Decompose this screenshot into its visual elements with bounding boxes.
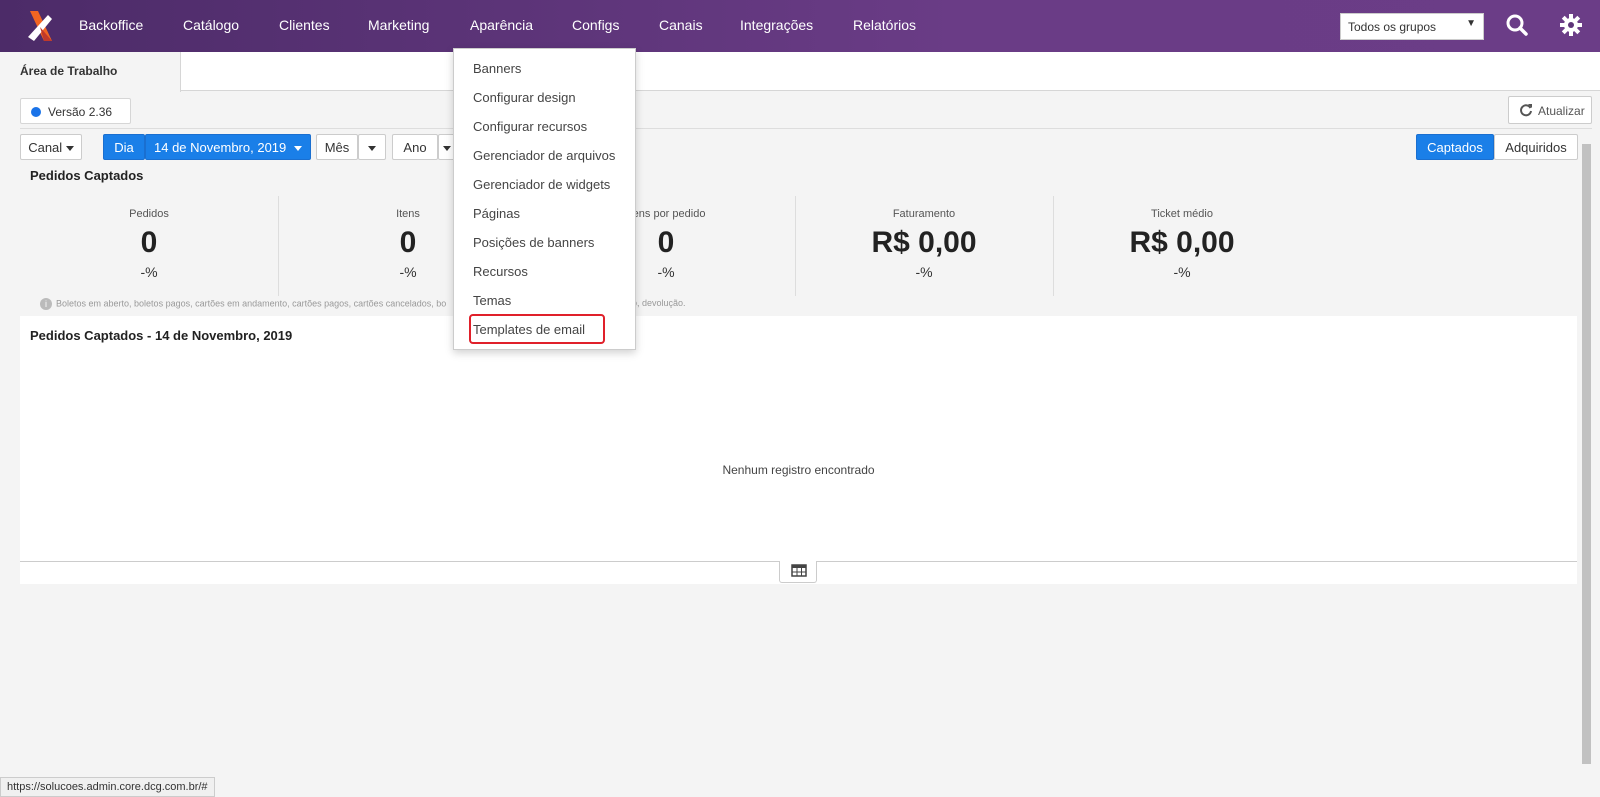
- version-label: Versão 2.36: [48, 105, 113, 119]
- kpi-label: Faturamento: [892, 208, 956, 220]
- refresh-button[interactable]: Atualizar: [1508, 96, 1592, 124]
- menu-item-paginas[interactable]: Páginas: [473, 206, 520, 221]
- kpi-label: Pedidos: [129, 208, 169, 220]
- kpi-change: -%: [915, 264, 933, 280]
- ano-button[interactable]: Ano: [392, 134, 438, 160]
- logo-icon[interactable]: [26, 9, 56, 43]
- menu-item-posicoes-banners[interactable]: Posições de banners: [473, 235, 594, 250]
- caret-down-icon: [368, 146, 376, 152]
- captados-toggle[interactable]: Captados: [1416, 134, 1494, 160]
- refresh-icon: [1520, 104, 1532, 117]
- nav-canais[interactable]: Canais: [659, 17, 703, 33]
- menu-item-gerenciador-widgets[interactable]: Gerenciador de widgets: [473, 177, 610, 192]
- kpi-label: Ticket médio: [1151, 208, 1213, 220]
- info-icon: i: [40, 298, 52, 310]
- orders-panel: Pedidos Captados - 14 de Novembro, 2019 …: [20, 316, 1577, 584]
- kpi-value: R$ 0,00: [1129, 226, 1235, 259]
- caret-down-icon: [443, 146, 451, 152]
- nav-catalogo[interactable]: Catálogo: [183, 17, 239, 33]
- dia-button[interactable]: Dia: [103, 134, 145, 160]
- menu-item-configurar-design[interactable]: Configurar design: [473, 90, 576, 105]
- status-dot-icon: [31, 107, 41, 117]
- kpi-faturamento: Faturamento R$ 0,00 -%: [795, 196, 1053, 296]
- canal-label: Canal: [28, 140, 63, 155]
- nav-integracoes[interactable]: Integrações: [740, 17, 813, 33]
- date-picker[interactable]: 14 de Novembro, 2019: [145, 134, 311, 160]
- kpi-ticket-medio: Ticket médio R$ 0,00 -%: [1053, 196, 1311, 296]
- caret-down-icon: [65, 146, 74, 152]
- table-view-button[interactable]: [779, 561, 817, 583]
- search-icon[interactable]: [1505, 13, 1529, 37]
- browser-status-url: https://solucoes.admin.core.dcg.com.br/#: [0, 777, 215, 797]
- page-scrollbar[interactable]: [1580, 130, 1594, 785]
- divider: [20, 128, 1592, 129]
- nav-aparencia[interactable]: Aparência: [470, 17, 533, 33]
- kpi-value: R$ 0,00: [871, 226, 977, 259]
- select-caret-icon: ▼: [1466, 18, 1476, 29]
- mes-button[interactable]: Mês: [316, 134, 358, 160]
- nav-marketing[interactable]: Marketing: [368, 17, 429, 33]
- group-select-value: Todos os grupos: [1348, 20, 1437, 34]
- menu-item-recursos[interactable]: Recursos: [473, 264, 528, 279]
- adquiridos-toggle[interactable]: Adquiridos: [1494, 134, 1578, 160]
- top-navbar: Backoffice Catálogo Clientes Marketing A…: [0, 0, 1600, 52]
- nav-backoffice[interactable]: Backoffice: [79, 17, 143, 33]
- info-note: i Boletos em aberto, boletos pagos, cartõ…: [40, 298, 446, 310]
- menu-item-gerenciador-arquivos[interactable]: Gerenciador de arquivos: [473, 148, 615, 163]
- version-badge: Versão 2.36: [20, 98, 131, 124]
- refresh-label: Atualizar: [1538, 104, 1585, 118]
- table-icon: [791, 564, 807, 577]
- menu-item-banners[interactable]: Banners: [473, 61, 521, 76]
- gear-icon[interactable]: [1559, 13, 1583, 37]
- menu-item-templates-email[interactable]: Templates de email: [473, 322, 585, 337]
- tab-strip: [0, 52, 1600, 91]
- group-select[interactable]: Todos os grupos ▼: [1340, 13, 1484, 40]
- tab-area-de-trabalho[interactable]: Área de Trabalho: [0, 52, 181, 92]
- date-value: 14 de Novembro, 2019: [154, 140, 287, 155]
- scrollbar-thumb[interactable]: [1582, 144, 1591, 764]
- caret-down-icon: [294, 146, 302, 151]
- panel-title: Pedidos Captados - 14 de Novembro, 2019: [30, 328, 293, 343]
- info-note-tail: o, devolução.: [632, 298, 686, 308]
- kpi-value: 0: [140, 226, 158, 259]
- kpi-pedidos: Pedidos 0 -%: [20, 196, 278, 296]
- nav-configs[interactable]: Configs: [572, 17, 619, 33]
- kpi-change: -%: [1173, 264, 1191, 280]
- mes-caret-button[interactable]: [358, 134, 386, 160]
- empty-message: Nenhum registro encontrado: [722, 463, 875, 477]
- menu-item-temas[interactable]: Temas: [473, 293, 511, 308]
- aparencia-dropdown-menu: Banners Configurar design Configurar rec…: [453, 48, 636, 350]
- section-title: Pedidos Captados: [30, 168, 144, 183]
- kpi-change: -%: [140, 264, 158, 280]
- info-note-text: Boletos em aberto, boletos pagos, cartõe…: [56, 298, 447, 309]
- nav-clientes[interactable]: Clientes: [279, 17, 330, 33]
- nav-relatorios[interactable]: Relatórios: [853, 17, 916, 33]
- menu-item-configurar-recursos[interactable]: Configurar recursos: [473, 119, 587, 134]
- canal-dropdown[interactable]: Canal: [20, 134, 82, 160]
